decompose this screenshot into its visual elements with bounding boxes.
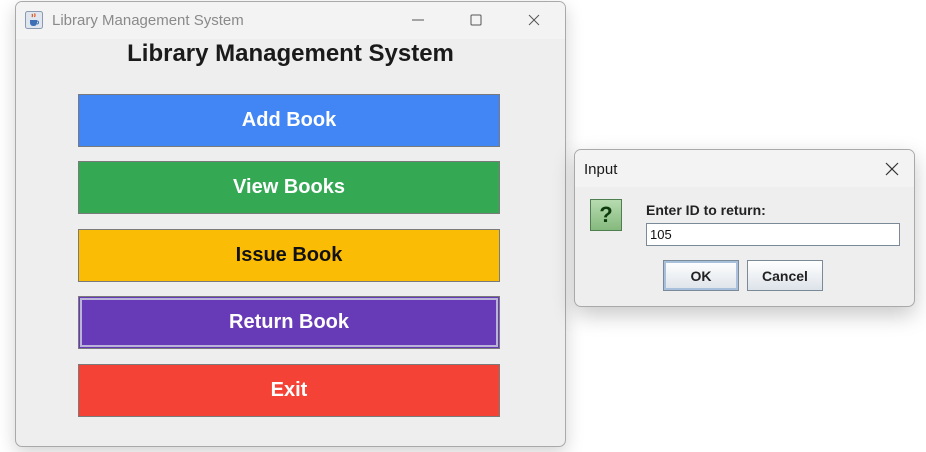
main-window: Library Management System Library Manage… bbox=[15, 1, 566, 447]
close-icon[interactable] bbox=[523, 9, 545, 31]
ok-button[interactable]: OK bbox=[663, 260, 739, 291]
input-dialog: Input ? Enter ID to return: OK Cancel bbox=[574, 149, 915, 307]
issue-book-button[interactable]: Issue Book bbox=[78, 229, 500, 282]
dialog-title: Input bbox=[584, 161, 618, 178]
view-books-button[interactable]: View Books bbox=[78, 161, 500, 214]
return-book-button[interactable]: Return Book bbox=[78, 296, 500, 349]
prompt-label: Enter ID to return: bbox=[646, 202, 766, 218]
close-icon[interactable] bbox=[881, 158, 903, 180]
exit-button[interactable]: Exit bbox=[78, 364, 500, 417]
title-bar[interactable]: Library Management System bbox=[16, 2, 565, 39]
question-icon: ? bbox=[590, 199, 622, 231]
dialog-title-bar[interactable]: Input bbox=[575, 150, 914, 187]
java-cup-icon bbox=[25, 11, 43, 29]
maximize-icon[interactable] bbox=[465, 9, 487, 31]
add-book-button[interactable]: Add Book bbox=[78, 94, 500, 147]
window-title: Library Management System bbox=[52, 12, 244, 29]
id-input[interactable] bbox=[646, 223, 900, 246]
desktop: Library Management System Library Manage… bbox=[0, 0, 926, 452]
minimize-icon[interactable] bbox=[407, 9, 429, 31]
page-title: Library Management System bbox=[127, 40, 454, 67]
cancel-button[interactable]: Cancel bbox=[747, 260, 823, 291]
